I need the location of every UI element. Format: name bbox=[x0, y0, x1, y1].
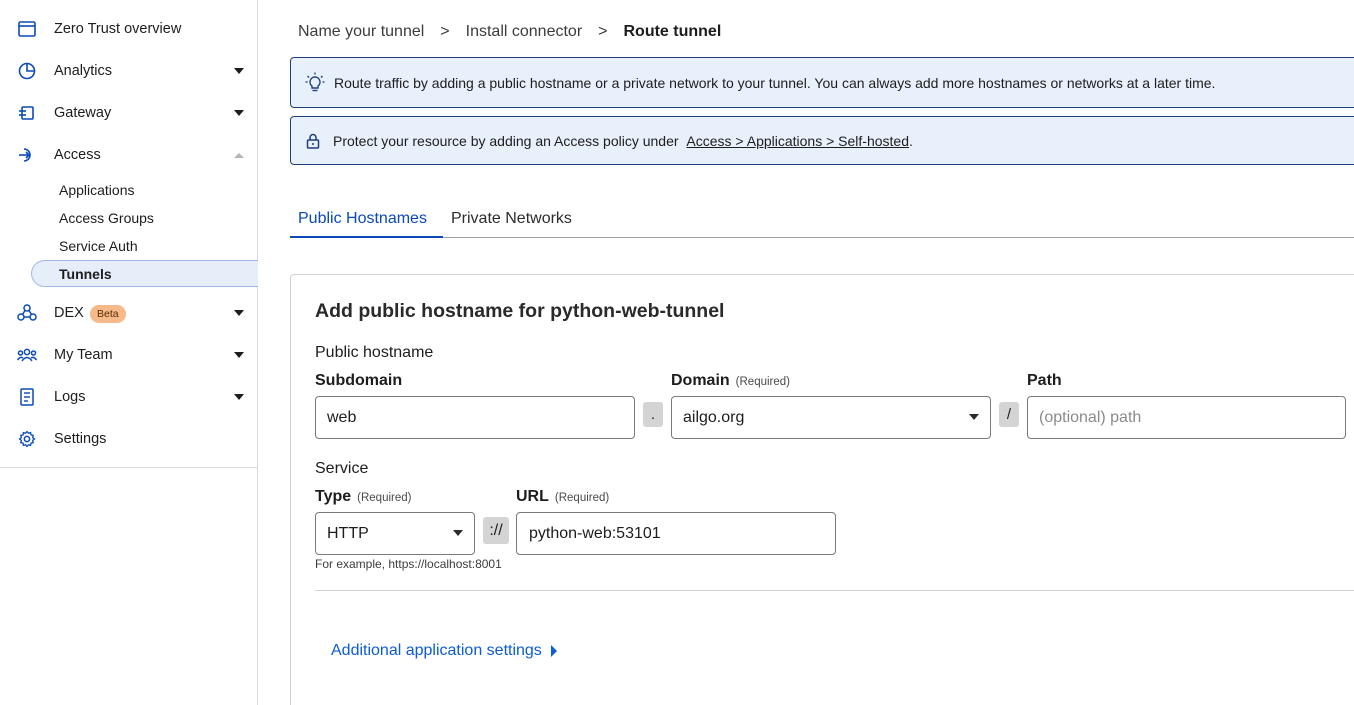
type-label: Type (Required) bbox=[315, 488, 412, 505]
tab-private-networks[interactable]: Private Networks bbox=[443, 201, 580, 238]
browser-window-icon bbox=[17, 19, 37, 39]
tab-public-hostnames[interactable]: Public Hostnames bbox=[290, 201, 443, 238]
slash-separator: / bbox=[999, 402, 1019, 427]
breadcrumb-separator: > bbox=[598, 23, 608, 40]
domain-select[interactable]: ailgo.org bbox=[671, 396, 991, 439]
additional-settings-label: Additional application settings bbox=[331, 642, 542, 659]
sidebar-item-label: Access bbox=[54, 147, 101, 163]
sidebar-item-logs[interactable]: Logs bbox=[0, 377, 257, 417]
card-title: Add public hostname for python-web-tunne… bbox=[315, 300, 725, 322]
sidebar-subitem-applications[interactable]: Applications bbox=[31, 176, 258, 203]
dot-separator: . bbox=[643, 402, 663, 427]
chevron-up-icon[interactable] bbox=[234, 152, 244, 158]
additional-application-settings-link[interactable]: Additional application settings bbox=[331, 642, 557, 660]
sidebar-item-settings[interactable]: Settings bbox=[0, 419, 257, 459]
sidebar-item-access[interactable]: Access bbox=[0, 135, 257, 175]
access-banner-suffix: . bbox=[909, 132, 913, 149]
sidebar-item-my-team[interactable]: My Team bbox=[0, 335, 257, 375]
sidebar-item-label: Zero Trust overview bbox=[54, 21, 182, 37]
sidebar-subitem-tunnels[interactable]: Tunnels bbox=[31, 260, 258, 287]
chevron-down-icon[interactable] bbox=[234, 110, 244, 116]
sidebar-subitem-label: Access Groups bbox=[59, 209, 154, 226]
dex-network-icon bbox=[17, 303, 37, 323]
chevron-right-icon bbox=[550, 645, 557, 657]
path-label: Path bbox=[1027, 372, 1062, 389]
beta-badge: Beta bbox=[90, 305, 126, 323]
sidebar-divider bbox=[0, 467, 257, 468]
sidebar-item-label: Analytics bbox=[54, 63, 113, 79]
url-label: URL (Required) bbox=[516, 488, 610, 505]
lock-icon bbox=[306, 133, 320, 149]
logs-icon bbox=[17, 387, 37, 407]
scheme-separator: :// bbox=[483, 517, 509, 544]
url-input[interactable] bbox=[516, 512, 836, 555]
sidebar-item-zero-trust-overview[interactable]: Zero Trust overview bbox=[0, 9, 257, 49]
card-divider bbox=[315, 590, 1354, 591]
chevron-down-icon[interactable] bbox=[234, 68, 244, 74]
access-icon bbox=[17, 145, 37, 165]
team-icon bbox=[17, 345, 37, 365]
access-policy-banner: Protect your resource by adding an Acces… bbox=[290, 116, 1354, 165]
sidebar-subitem-label: Applications bbox=[59, 181, 135, 198]
sidebar-subitem-label: Service Auth bbox=[59, 237, 138, 254]
chevron-down-icon[interactable] bbox=[234, 394, 244, 400]
pie-chart-icon bbox=[17, 61, 37, 81]
chevron-down-icon[interactable] bbox=[234, 310, 244, 316]
gear-icon bbox=[17, 429, 37, 449]
sidebar-subitem-label: Tunnels bbox=[59, 265, 112, 282]
sidebar-item-analytics[interactable]: Analytics bbox=[0, 51, 257, 91]
info-banner-text: Route traffic by adding a public hostnam… bbox=[334, 74, 1216, 91]
path-input[interactable] bbox=[1027, 396, 1346, 439]
access-banner-text: Protect your resource by adding an Acces… bbox=[333, 132, 679, 149]
sidebar-item-label: Gateway bbox=[54, 105, 112, 121]
info-banner: Route traffic by adding a public hostnam… bbox=[290, 57, 1354, 108]
url-help-text: For example, https://localhost:8001 bbox=[315, 557, 502, 571]
breadcrumb: Name your tunnel > Install connector > R… bbox=[298, 21, 721, 43]
type-select[interactable]: HTTP bbox=[315, 512, 475, 555]
sidebar: Zero Trust overview Analytics Gateway Ac… bbox=[0, 0, 258, 705]
service-label: Service bbox=[315, 460, 369, 477]
gateway-icon bbox=[17, 103, 37, 123]
sidebar-item-label: My Team bbox=[54, 347, 113, 363]
tab-bar: Public Hostnames Private Networks bbox=[290, 201, 1354, 238]
access-applications-self-hosted-link[interactable]: Access > Applications > Self-hosted bbox=[686, 133, 909, 149]
sidebar-item-label: DEX bbox=[54, 305, 84, 321]
type-select-value: HTTP bbox=[327, 524, 369, 542]
sidebar-item-label: Settings bbox=[54, 431, 107, 447]
dropdown-arrow-icon bbox=[969, 414, 979, 420]
public-hostname-card bbox=[290, 274, 1354, 705]
breadcrumb-separator: > bbox=[440, 23, 450, 40]
sidebar-item-dex[interactable]: DEX Beta bbox=[0, 293, 257, 333]
sidebar-item-gateway[interactable]: Gateway bbox=[0, 93, 257, 133]
chevron-down-icon[interactable] bbox=[234, 352, 244, 358]
dropdown-arrow-icon bbox=[453, 530, 463, 536]
sidebar-item-label: Logs bbox=[54, 389, 86, 405]
breadcrumb-step-route-tunnel: Route tunnel bbox=[623, 23, 722, 40]
sidebar-subitem-access-groups[interactable]: Access Groups bbox=[31, 204, 258, 231]
domain-select-value: ailgo.org bbox=[683, 408, 745, 426]
domain-label: Domain (Required) bbox=[671, 372, 790, 389]
public-hostname-label: Public hostname bbox=[315, 344, 434, 361]
subdomain-label: Subdomain bbox=[315, 372, 403, 389]
sidebar-subitem-service-auth[interactable]: Service Auth bbox=[31, 232, 258, 259]
lightbulb-icon bbox=[305, 72, 325, 94]
breadcrumb-step-install-connector[interactable]: Install connector bbox=[466, 23, 583, 41]
subdomain-input[interactable] bbox=[315, 396, 635, 439]
breadcrumb-step-name-tunnel[interactable]: Name your tunnel bbox=[298, 23, 424, 41]
